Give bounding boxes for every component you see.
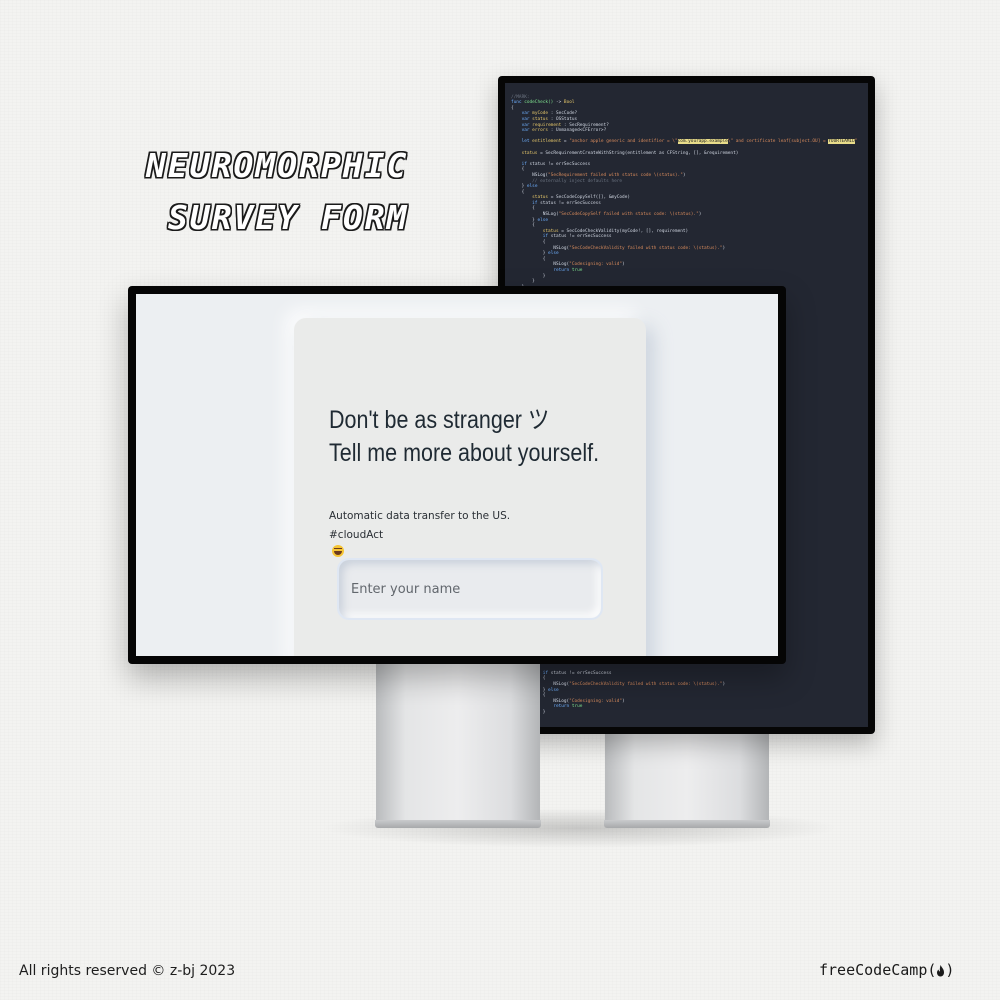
front-monitor-stand — [376, 664, 540, 822]
form-title-line-2: Tell me more about yourself. — [329, 439, 600, 467]
description-line-2: #cloudAct — [329, 526, 510, 557]
form-title-line-1: Don't be as stranger ツ — [329, 406, 550, 434]
front-monitor: Don't be as stranger ツ Tell me more abou… — [128, 286, 786, 664]
headline-line-1: NEUROMORPHIC — [146, 146, 409, 185]
grinning-sweat-emoji-icon — [332, 545, 344, 557]
page-headline: NEUROMORPHIC SURVEY FORM — [146, 140, 506, 244]
copyright-text: All rights reserved © z-bj 2023 — [19, 963, 236, 979]
form-title: Don't be as stranger ツ Tell me more abou… — [329, 404, 600, 470]
brand-text: freeCodeCamp( — [819, 961, 937, 979]
cloudact-hashtag: #cloudAct — [329, 529, 384, 541]
brand-close-paren: ) — [945, 961, 955, 979]
description-line-1: Automatic data transfer to the US. — [329, 510, 511, 522]
freecodecamp-logo: freeCodeCamp() — [819, 961, 954, 981]
survey-form-screen: Don't be as stranger ツ Tell me more abou… — [136, 294, 778, 656]
form-description: Automatic data transfer to the US. #clou… — [329, 507, 510, 557]
front-monitor-stand-foot — [375, 820, 541, 828]
back-monitor-stand-foot — [604, 820, 770, 828]
back-monitor-stand — [605, 733, 769, 822]
name-input[interactable] — [337, 558, 603, 620]
headline-line-2: SURVEY FORM — [168, 198, 409, 237]
survey-card: Don't be as stranger ツ Tell me more abou… — [294, 318, 646, 656]
